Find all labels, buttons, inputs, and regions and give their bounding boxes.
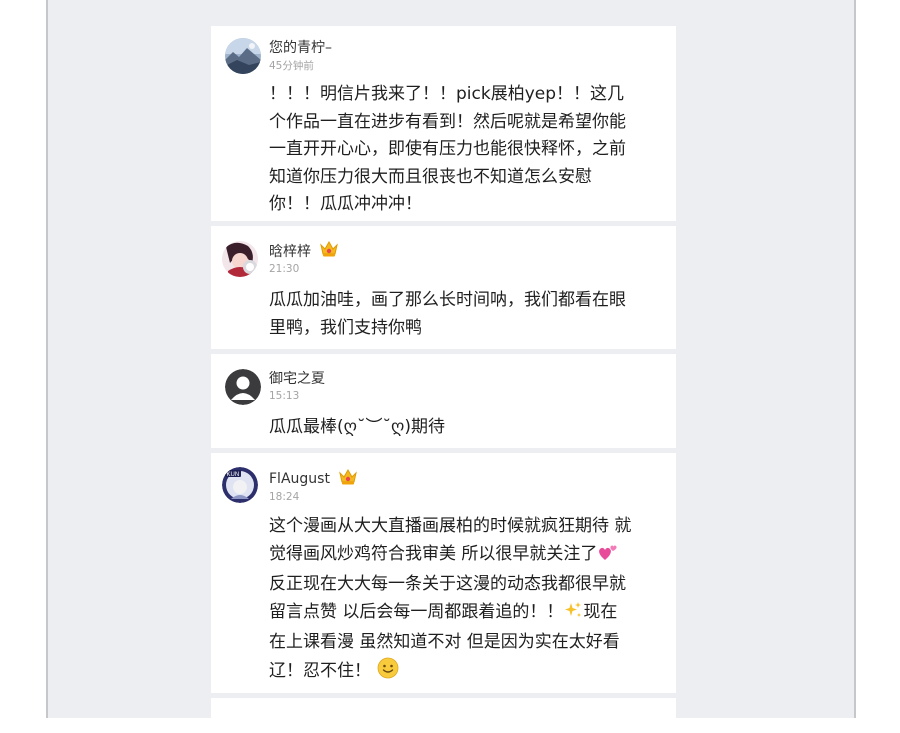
- username[interactable]: FlAugust: [269, 468, 358, 490]
- comment-card: KUN FlAugust 18:24 这个漫画从大大直播画展柏的时候就疯狂期待 …: [211, 453, 676, 693]
- sparkles-emoji: [563, 600, 583, 630]
- comment-text: ！！！明信片我来了！！pick展柏yep！！这几 个作品一直在进步有看到！然后呢…: [269, 84, 626, 214]
- comment-line: 辽！忍不住！: [269, 660, 371, 681]
- comment-text: 瓜瓜最棒(ღ˘︶˘ღ)期待: [269, 417, 445, 437]
- svg-text:KUN: KUN: [227, 472, 240, 478]
- timestamp: 15:13: [269, 390, 300, 402]
- comment-line: 这个漫画从大大直播画展柏的时候就疯狂期待 就: [269, 516, 632, 536]
- two-hearts-emoji: [597, 542, 619, 572]
- comment-feed: 您的青柠– 45分钟前 ！！！明信片我来了！！pick展柏yep！！这几 个作品…: [211, 26, 676, 733]
- comment-line: 反正现在大大每一条关于这漫的动态我都很早就: [269, 574, 626, 594]
- anime-character-avatar[interactable]: [222, 241, 258, 277]
- comment-text: 这个漫画从大大直播画展柏的时候就疯狂期待 就 觉得画风炒鸡符合我审美 所以很早就…: [269, 513, 667, 688]
- comment-card: 御宅之夏 15:13 瓜瓜最棒(ღ˘︶˘ღ)期待: [211, 354, 676, 448]
- comment-card: 您的青柠– 45分钟前 ！！！明信片我来了！！pick展柏yep！！这几 个作品…: [211, 26, 676, 221]
- default-user-avatar[interactable]: [225, 369, 261, 405]
- username-text[interactable]: 晗梓梓: [269, 241, 311, 261]
- comment-line: 觉得画风炒鸡符合我审美 所以很早就关注了: [269, 543, 598, 564]
- timestamp: 18:24: [269, 491, 300, 503]
- comment-card: 晗梓梓 21:30 瓜瓜加油哇，画了那么长时间呐，我们都看在眼 里鸭，我们支持你…: [211, 226, 676, 349]
- landscape-avatar[interactable]: [225, 38, 261, 74]
- smile-emoji: [377, 657, 399, 689]
- username[interactable]: 您的青柠–: [269, 37, 332, 57]
- username[interactable]: 晗梓梓: [269, 240, 339, 262]
- timestamp: 45分钟前: [269, 60, 314, 72]
- comment-line: 留言点赞 以后会每一周都跟着追的！！: [269, 601, 564, 622]
- kun-badge-avatar[interactable]: KUN: [222, 467, 258, 503]
- username[interactable]: 御宅之夏: [269, 368, 325, 388]
- crown-badge-icon: [319, 240, 339, 262]
- timestamp: 21:30: [269, 263, 300, 275]
- crown-badge-icon: [338, 468, 358, 490]
- username-text[interactable]: FlAugust: [269, 471, 330, 487]
- comment-line: 在上课看漫 虽然知道不对 但是因为实在太好看: [269, 632, 620, 652]
- comment-text: 瓜瓜加油哇，画了那么长时间呐，我们都看在眼 里鸭，我们支持你鸭: [269, 290, 626, 338]
- comment-line: 现在: [583, 601, 618, 622]
